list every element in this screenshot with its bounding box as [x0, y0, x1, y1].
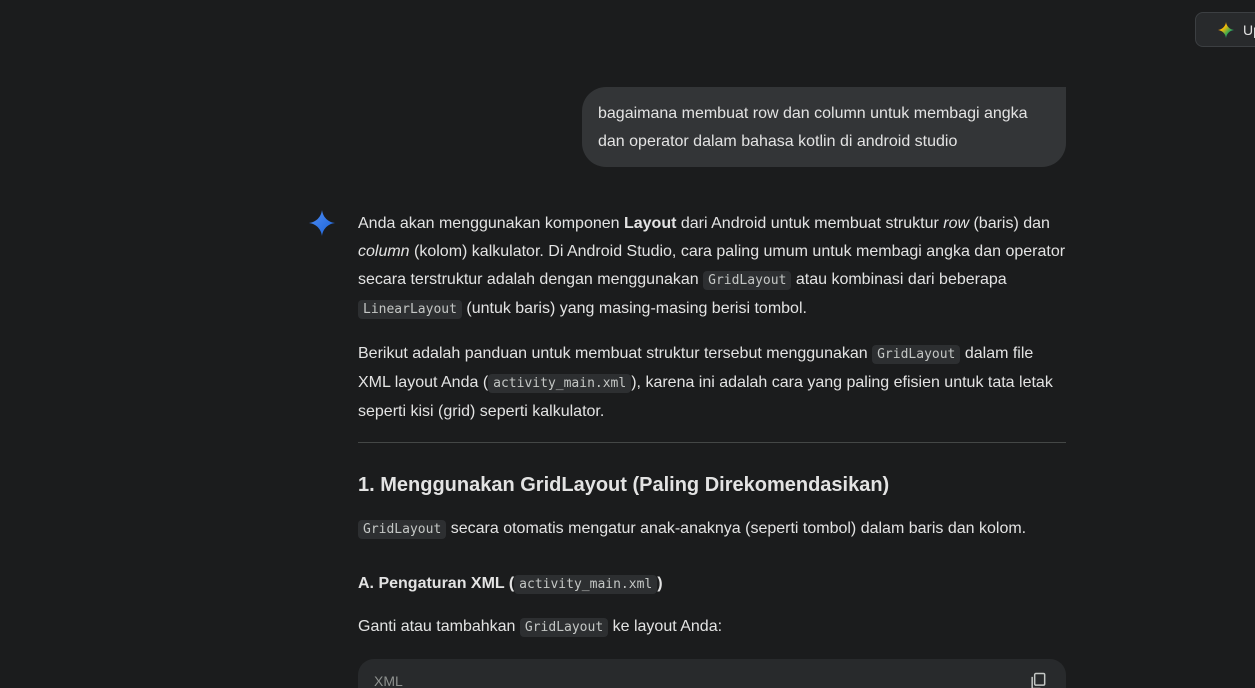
text-span: dari Android untuk membuat struktur: [676, 215, 944, 232]
copy-icon[interactable]: [1028, 671, 1048, 688]
text-span: A. Pengaturan XML (: [358, 575, 515, 592]
text-span: ): [657, 575, 663, 592]
section-heading: 1. Menggunakan GridLayout (Paling Direko…: [358, 474, 890, 496]
inline-code: activity_main.xml: [488, 374, 632, 393]
italic-text: column: [358, 243, 410, 260]
chat-page: Up bagaimana membuat row dan column untu…: [0, 0, 1255, 688]
text-span: ke layout Anda:: [608, 618, 723, 635]
inline-code: LinearLayout: [358, 300, 462, 319]
model-response: Anda akan menggunakan komponen Layout da…: [358, 210, 1068, 688]
gemini-sparkle-icon: [1218, 21, 1234, 38]
user-message-text: bagaimana membuat row dan column untuk m…: [598, 105, 1028, 150]
upgrade-label: Up: [1243, 21, 1255, 38]
response-paragraph-gridlayout: GridLayout secara otomatis mengatur anak…: [358, 515, 1068, 544]
text-span: atau kombinasi dari beberapa: [791, 271, 1007, 288]
text-span: (untuk baris) yang masing-masing berisi …: [461, 300, 807, 317]
code-block: XML: [358, 659, 1066, 688]
response-paragraph-guide: Berikut adalah panduan untuk membuat str…: [358, 340, 1068, 426]
inline-code: GridLayout: [519, 618, 609, 637]
text-span: Ganti atau tambahkan: [358, 618, 520, 635]
bold-text: Layout: [623, 215, 677, 232]
response-paragraph-instruction: Ganti atau tambahkan GridLayout ke layou…: [358, 613, 1068, 642]
upgrade-button[interactable]: Up: [1195, 12, 1255, 47]
gemini-logo-icon: [309, 210, 335, 236]
text-span: Anda akan menggunakan komponen: [358, 215, 624, 232]
text-span: (baris) dan: [969, 215, 1050, 232]
text-span: Berikut adalah panduan untuk membuat str…: [358, 345, 873, 362]
inline-code: GridLayout: [872, 345, 961, 364]
inline-code: GridLayout: [703, 271, 792, 290]
inline-code: activity_main.xml: [514, 575, 658, 594]
code-language-label: XML: [374, 673, 403, 688]
user-message-bubble: bagaimana membuat row dan column untuk m…: [582, 87, 1066, 167]
section-divider: [358, 442, 1066, 443]
italic-text: row: [943, 215, 970, 232]
inline-code: GridLayout: [358, 520, 447, 539]
subsection-heading: A. Pengaturan XML (activity_main.xml): [358, 570, 1068, 599]
text-span: secara otomatis mengatur anak-anaknya (s…: [446, 520, 1027, 537]
response-paragraph-intro: Anda akan menggunakan komponen Layout da…: [358, 210, 1068, 324]
